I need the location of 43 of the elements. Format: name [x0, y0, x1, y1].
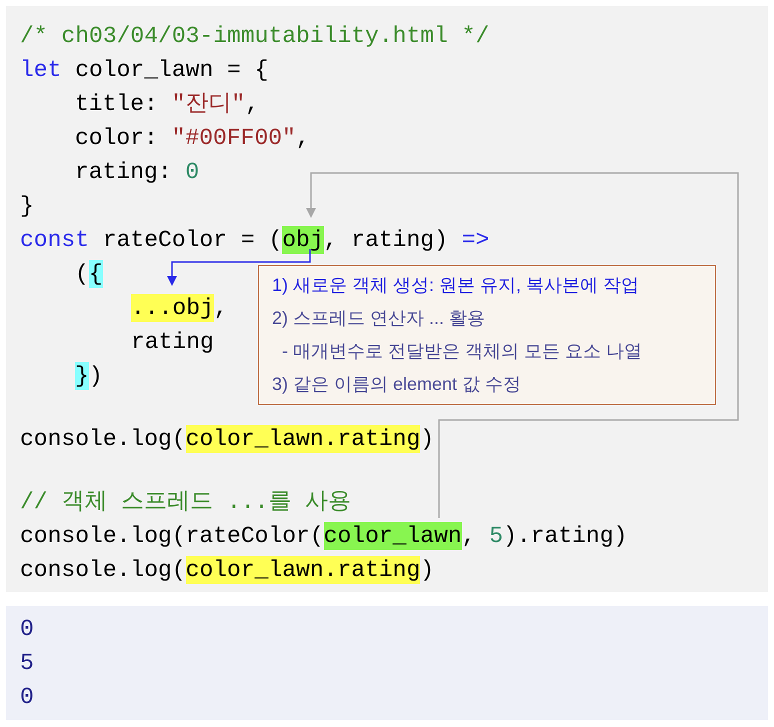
code-token: {	[88, 260, 103, 288]
code-token: 0	[185, 158, 200, 187]
code-comment: // 객체 스프레드 ...를 사용	[20, 488, 352, 517]
code-token: ,	[296, 124, 310, 153]
code-token: ,	[462, 522, 476, 551]
code-token: (	[75, 260, 89, 289]
note-line: 3) 같은 이름의 element 값 수정	[272, 373, 522, 396]
output-line: 0	[20, 682, 34, 712]
code-token: color_lawn.rating	[186, 556, 420, 584]
code-token: console.log(	[20, 556, 186, 585]
output-line: 0	[20, 614, 34, 644]
code-token: color_lawn	[324, 522, 462, 550]
code-token: 5	[489, 522, 504, 551]
code-token: ).rating)	[503, 522, 628, 551]
code-token: ,	[245, 90, 260, 119]
code-token: }	[20, 192, 34, 221]
code-token: rateColor = (	[102, 226, 282, 255]
code-token: let	[20, 56, 62, 85]
code-token: =>	[462, 226, 490, 255]
code-token: console.log(	[20, 424, 186, 454]
code-token: )	[420, 556, 434, 585]
code-token: color:	[75, 124, 159, 153]
code-token: )	[420, 424, 434, 454]
code-token: ...obj	[131, 294, 214, 322]
code-token: console.log(rateColor(	[20, 522, 324, 551]
code-token: "#00FF00"	[172, 124, 296, 153]
code-token: title:	[75, 90, 159, 119]
note-line: 1) 새로운 객체 생성: 원본 유지, 복사본에 작업	[272, 274, 640, 297]
code-token: "잔디"	[172, 90, 246, 119]
code-token: )	[88, 362, 103, 391]
code-token: rating	[131, 328, 214, 357]
note-line: 2) 스프레드 연산자 ... 활용	[272, 307, 486, 330]
code-token: const	[20, 226, 90, 255]
note-line: - 매개변수로 전달받은 객체의 모든 요소 나열	[281, 340, 644, 363]
code-token: ,	[214, 294, 228, 323]
output-line: 5	[20, 648, 34, 678]
code-token: obj	[282, 226, 324, 254]
code-token: color_lawn = {	[74, 56, 268, 85]
code-comment: /* ch03/04/03-immutability.html */	[20, 22, 490, 51]
code-token: }	[75, 362, 89, 390]
code-token: color_lawn.rating	[186, 425, 420, 453]
code-token: , rating)	[324, 226, 449, 255]
code-token: rating:	[75, 158, 173, 187]
